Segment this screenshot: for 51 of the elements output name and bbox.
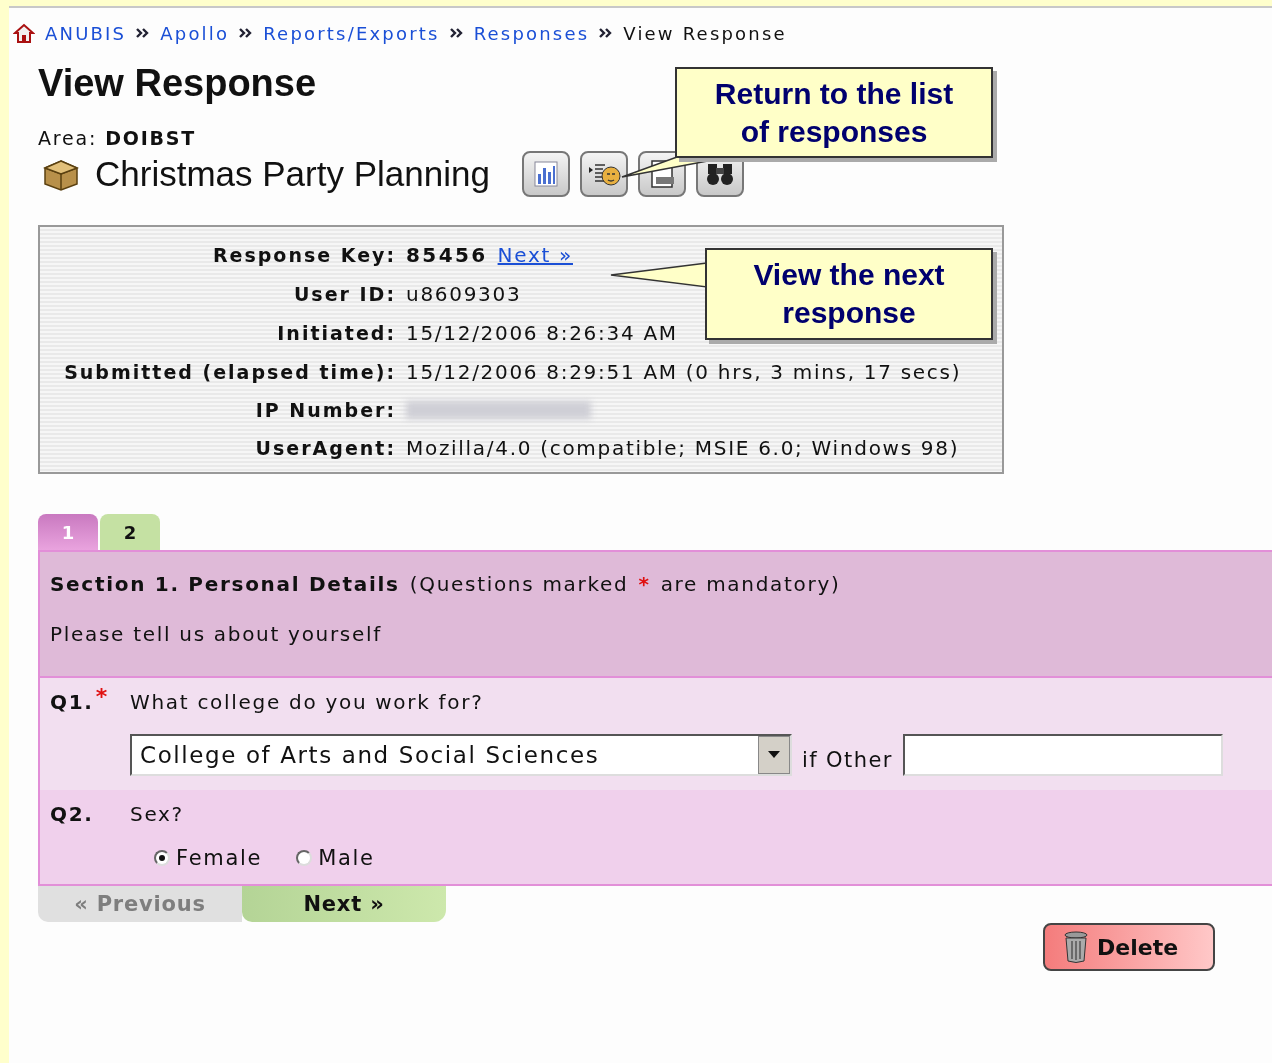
breadcrumb-link[interactable]: Responses (473, 22, 590, 44)
breadcrumb-link[interactable]: ANUBIS (45, 22, 127, 44)
bar-chart-button[interactable] (521, 151, 570, 197)
breadcrumb-current: View Response (623, 22, 787, 44)
double-chevron-icon (599, 27, 614, 39)
area-label: Area: (38, 127, 98, 149)
radio-button[interactable] (296, 850, 313, 866)
detail-value: 15/12/2006 8:26:34 AM (406, 321, 678, 345)
college-dropdown[interactable]: College of Arts and Social Sciences (130, 734, 792, 776)
breadcrumb-link[interactable]: Apollo (160, 22, 230, 44)
bar-chart-icon (531, 160, 560, 188)
response-list-button[interactable] (579, 151, 628, 197)
radio-button[interactable] (154, 850, 170, 866)
page-nav-button[interactable]: Next » (242, 886, 446, 922)
question-text: What college do you work for? (130, 690, 484, 714)
next-link[interactable]: Next » (497, 243, 573, 267)
other-input-field[interactable] (902, 734, 1223, 776)
dropdown-caret-icon (758, 736, 790, 774)
trash-icon (1063, 930, 1089, 964)
detail-value: Mozilla/4.0 (compatible; MSIE 6.0; Windows 98) (406, 436, 960, 460)
survey-title: Christmas Party Planning (95, 154, 490, 194)
double-chevron-icon (239, 27, 254, 39)
section-title: Section 1. Personal Details (50, 572, 400, 596)
question-text: Sex? (130, 802, 184, 826)
section-note: (Questions marked (409, 572, 629, 596)
other-label: if Other (802, 748, 893, 772)
detail-value: u8609303 (406, 282, 522, 306)
section-intro: Please tell us about yourself (50, 622, 382, 646)
page-tab[interactable]: 2 (100, 514, 160, 550)
detail-label: UserAgent: (254, 437, 397, 459)
section-note: are mandatory) (660, 572, 841, 596)
detail-value: 85456 (406, 243, 488, 267)
area-value: DOIBST (105, 127, 197, 149)
page-title: View Response (38, 62, 317, 105)
home-icon[interactable] (13, 22, 35, 44)
detail-label: Response Key: (211, 244, 397, 266)
radio-option[interactable]: Male (296, 846, 375, 870)
mandatory-mark: * (638, 572, 651, 596)
detail-label: IP Number: (254, 399, 397, 421)
radio-option[interactable]: Female (154, 846, 263, 870)
mandatory-mark: * (95, 690, 109, 704)
question-number: Q1. (50, 690, 94, 714)
detail-label: User ID: (292, 283, 397, 305)
detail-value: 15/12/2006 8:29:51 AM (0 hrs, 3 mins, 17 secs) (406, 360, 962, 384)
double-chevron-icon (136, 27, 151, 39)
double-chevron-icon (449, 27, 464, 39)
breadcrumb-link[interactable]: Reports/Exports (263, 22, 440, 44)
question-number: Q2. (50, 802, 94, 826)
detail-label: Initiated: (276, 322, 397, 344)
delete-button[interactable]: Delete (1043, 923, 1215, 971)
detail-label: Submitted (elapsed time): (63, 361, 397, 383)
